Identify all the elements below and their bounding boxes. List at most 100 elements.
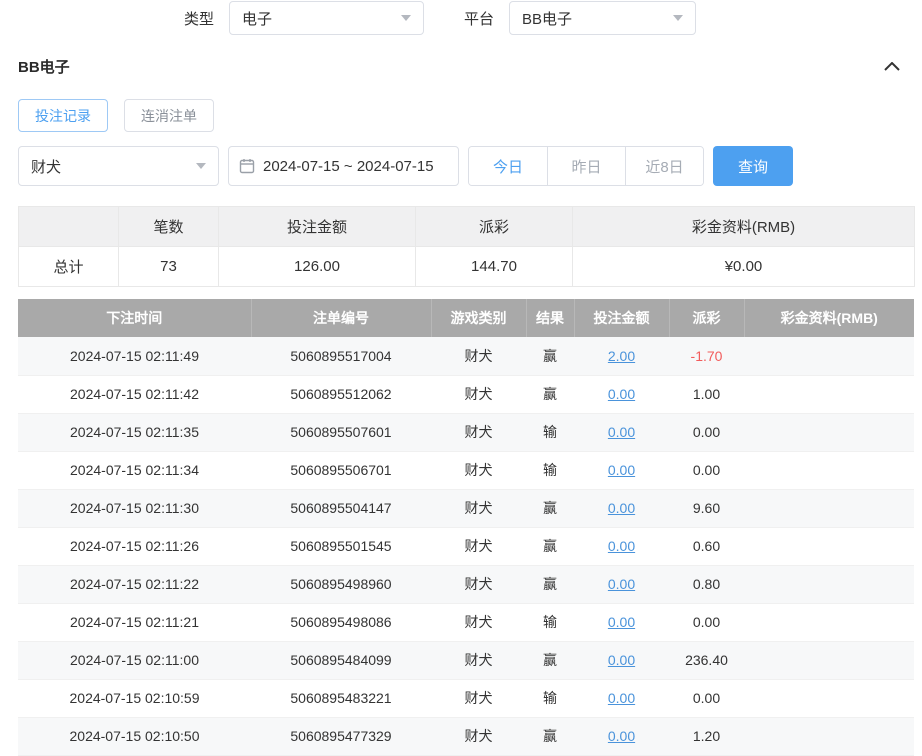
- game-category-cell: 财犬: [431, 603, 526, 641]
- summary-bet-value: 126.00: [219, 247, 416, 287]
- tab-bar: 投注记录 连消注单: [18, 99, 904, 132]
- table-row: 2024-07-15 02:11:22 5060895498960 财犬 赢 0…: [18, 565, 914, 603]
- bonus-cell: [744, 337, 914, 375]
- bet-time-cell: 2024-07-15 02:11:22: [18, 565, 251, 603]
- chevron-down-icon: [673, 15, 683, 21]
- result-cell: 赢: [526, 375, 574, 413]
- bet-amount-link[interactable]: 0.00: [608, 500, 635, 516]
- bonus-cell: [744, 565, 914, 603]
- bet-amount-cell: 0.00: [574, 717, 669, 755]
- table-row: 2024-07-15 02:10:50 5060895477329 财犬 赢 0…: [18, 717, 914, 755]
- summary-total-row: 总计 73 126.00 144.70 ¥0.00: [19, 247, 915, 287]
- type-select[interactable]: 电子: [229, 1, 424, 35]
- payout-cell: 1.20: [669, 717, 744, 755]
- summary-table: 笔数 投注金额 派彩 彩金资料(RMB) 总计 73 126.00 144.70…: [18, 206, 915, 287]
- result-cell: 赢: [526, 641, 574, 679]
- result-cell: 赢: [526, 489, 574, 527]
- bet-amount-link[interactable]: 0.00: [608, 728, 635, 744]
- header-bonus: 彩金资料(RMB): [744, 299, 914, 337]
- payout-cell: 0.00: [669, 413, 744, 451]
- today-button[interactable]: 今日: [469, 147, 547, 185]
- summary-header-bonus: 彩金资料(RMB): [573, 207, 915, 247]
- bet-time-cell: 2024-07-15 02:11:35: [18, 413, 251, 451]
- bet-amount-link[interactable]: 0.00: [608, 424, 635, 440]
- bet-time-cell: 2024-07-15 02:11:21: [18, 603, 251, 641]
- game-category-cell: 财犬: [431, 641, 526, 679]
- game-category-cell: 财犬: [431, 451, 526, 489]
- game-category-cell: 财犬: [431, 489, 526, 527]
- type-select-value: 电子: [242, 8, 272, 29]
- bet-time-cell: 2024-07-15 02:10:50: [18, 717, 251, 755]
- order-id-cell: 5060895498086: [251, 603, 431, 641]
- bet-amount-link[interactable]: 2.00: [608, 348, 635, 364]
- bonus-cell: [744, 375, 914, 413]
- order-id-cell: 5060895517004: [251, 337, 431, 375]
- bonus-cell: [744, 413, 914, 451]
- yesterday-button[interactable]: 昨日: [547, 147, 625, 185]
- header-payout: 派彩: [669, 299, 744, 337]
- header-order-id: 注单编号: [251, 299, 431, 337]
- order-id-cell: 5060895483221: [251, 679, 431, 717]
- bet-amount-link[interactable]: 0.00: [608, 652, 635, 668]
- bet-amount-cell: 0.00: [574, 489, 669, 527]
- result-cell: 赢: [526, 717, 574, 755]
- order-id-cell: 5060895512062: [251, 375, 431, 413]
- bonus-cell: [744, 527, 914, 565]
- bet-time-cell: 2024-07-15 02:11:00: [18, 641, 251, 679]
- date-range-input[interactable]: 2024-07-15 ~ 2024-07-15: [228, 146, 459, 186]
- bet-amount-link[interactable]: 0.00: [608, 538, 635, 554]
- bet-amount-link[interactable]: 0.00: [608, 576, 635, 592]
- table-row: 2024-07-15 02:11:34 5060895506701 财犬 输 0…: [18, 451, 914, 489]
- bet-time-cell: 2024-07-15 02:11:42: [18, 375, 251, 413]
- table-row: 2024-07-15 02:11:00 5060895484099 财犬 赢 0…: [18, 641, 914, 679]
- type-label: 类型: [184, 8, 214, 29]
- table-row: 2024-07-15 02:11:42 5060895512062 财犬 赢 0…: [18, 375, 914, 413]
- result-cell: 赢: [526, 565, 574, 603]
- bet-amount-cell: 0.00: [574, 413, 669, 451]
- payout-cell: 0.00: [669, 451, 744, 489]
- bet-amount-cell: 0.00: [574, 375, 669, 413]
- tab-label: 投注记录: [35, 106, 91, 126]
- bet-amount-cell: 0.00: [574, 679, 669, 717]
- bet-time-cell: 2024-07-15 02:11:30: [18, 489, 251, 527]
- payout-cell: 0.60: [669, 527, 744, 565]
- section-header: BB电子: [18, 56, 904, 77]
- quick-date-button-group: 今日 昨日 近8日: [468, 146, 704, 186]
- platform-select-value: BB电子: [522, 8, 572, 29]
- summary-total-label: 总计: [19, 247, 119, 287]
- payout-cell: 0.00: [669, 603, 744, 641]
- records-header-row: 下注时间 注单编号 游戏类别 结果 投注金额 派彩 彩金资料(RMB): [18, 299, 914, 337]
- bet-amount-cell: 0.00: [574, 641, 669, 679]
- collapse-button[interactable]: [880, 58, 904, 75]
- game-category-cell: 财犬: [431, 717, 526, 755]
- bet-amount-link[interactable]: 0.00: [608, 386, 635, 402]
- last8days-button[interactable]: 近8日: [625, 147, 703, 185]
- bet-amount-link[interactable]: 0.00: [608, 614, 635, 630]
- tab-cancelled-orders[interactable]: 连消注单: [124, 99, 214, 132]
- game-select-value: 财犬: [31, 156, 61, 177]
- game-select[interactable]: 财犬: [18, 146, 219, 186]
- bet-amount-link[interactable]: 0.00: [608, 462, 635, 478]
- order-id-cell: 5060895484099: [251, 641, 431, 679]
- order-id-cell: 5060895477329: [251, 717, 431, 755]
- order-id-cell: 5060895506701: [251, 451, 431, 489]
- chevron-down-icon: [401, 15, 411, 21]
- top-filter-bar: 类型 电子 平台 BB电子: [0, 0, 922, 36]
- search-button[interactable]: 查询: [713, 146, 793, 186]
- filter-bar: 财犬 2024-07-15 ~ 2024-07-15 今日 昨日 近8日 查询: [18, 146, 904, 186]
- result-cell: 赢: [526, 337, 574, 375]
- result-cell: 输: [526, 413, 574, 451]
- bet-amount-link[interactable]: 0.00: [608, 690, 635, 706]
- table-row: 2024-07-15 02:11:26 5060895501545 财犬 赢 0…: [18, 527, 914, 565]
- order-id-cell: 5060895507601: [251, 413, 431, 451]
- bet-amount-cell: 0.00: [574, 527, 669, 565]
- tab-bet-records[interactable]: 投注记录: [18, 99, 108, 132]
- platform-select[interactable]: BB电子: [509, 1, 696, 35]
- records-table-body: 2024-07-15 02:11:49 5060895517004 财犬 赢 2…: [18, 337, 914, 755]
- bonus-cell: [744, 603, 914, 641]
- order-id-cell: 5060895498960: [251, 565, 431, 603]
- result-cell: 赢: [526, 527, 574, 565]
- bonus-cell: [744, 679, 914, 717]
- summary-header-bet: 投注金额: [219, 207, 416, 247]
- chevron-down-icon: [196, 163, 206, 169]
